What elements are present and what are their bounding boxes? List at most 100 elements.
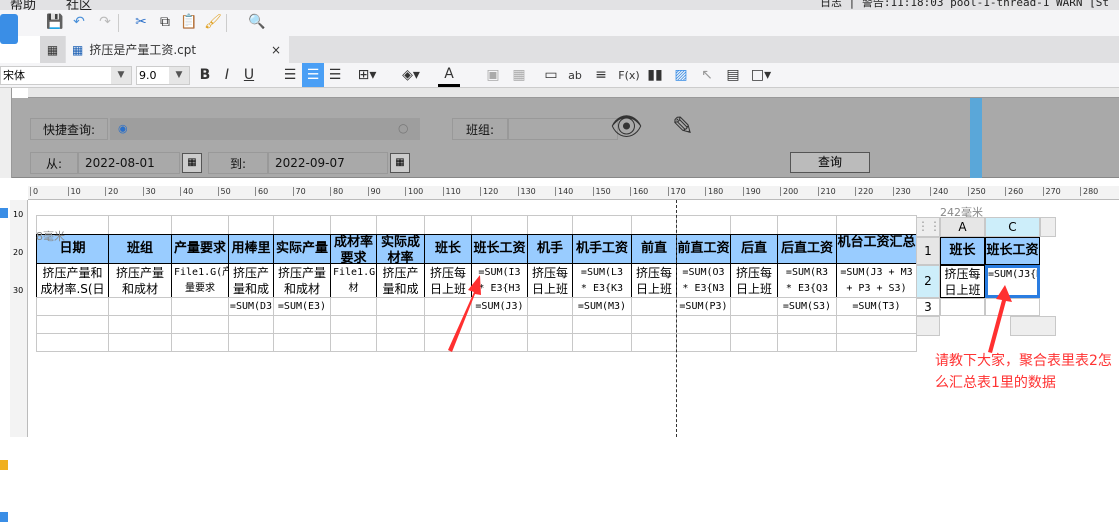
header-cell[interactable]: 前直 — [631, 234, 677, 264]
paste-icon[interactable]: 📋 — [178, 10, 200, 34]
empty-cell[interactable] — [36, 333, 109, 352]
data-cell[interactable]: =SUM(I3 * E3{H3 — [471, 263, 528, 298]
font-color-icon[interactable]: A — [438, 63, 460, 87]
empty-cell[interactable] — [572, 215, 632, 235]
empty-cell[interactable] — [376, 215, 425, 235]
empty-cell[interactable] — [273, 315, 331, 334]
bold-icon[interactable]: B — [194, 63, 216, 87]
data-cell[interactable]: =SUM(J3 + M3 + P3 + S3) — [836, 263, 917, 298]
sum-cell[interactable] — [36, 297, 109, 316]
header-cell[interactable]: 成材率要求 — [330, 234, 377, 264]
group-input[interactable] — [508, 118, 618, 140]
empty-cell[interactable] — [777, 315, 837, 334]
font-family-select[interactable]: 宋体 ▼ — [0, 66, 132, 85]
image-icon[interactable]: ▨ — [670, 63, 692, 87]
fill-color-icon[interactable]: ◈▾ — [400, 63, 422, 87]
empty-cell[interactable] — [171, 333, 229, 352]
empty-cell[interactable] — [171, 315, 229, 334]
empty-cell[interactable] — [228, 215, 274, 235]
header-cell[interactable]: 班组 — [108, 234, 172, 264]
header-cell[interactable]: 机手 — [527, 234, 573, 264]
calendar-icon[interactable]: ▦ — [182, 153, 202, 173]
sum-cell[interactable]: =SUM(S3) — [777, 297, 837, 316]
find-icon[interactable]: 🔍 — [246, 10, 268, 34]
empty-cell[interactable] — [330, 315, 377, 334]
header-cell[interactable]: 班长工资 — [985, 237, 1040, 265]
empty-cell[interactable] — [631, 333, 677, 352]
data-cell[interactable]: 挤压每日上班 — [631, 263, 677, 298]
empty-cell[interactable] — [985, 298, 1040, 316]
empty-cell[interactable] — [471, 333, 528, 352]
empty-cell[interactable] — [940, 298, 985, 316]
header-cell[interactable]: 产量要求 — [171, 234, 229, 264]
merge-cells-icon[interactable]: ▣ — [482, 63, 504, 87]
underline-icon[interactable]: U — [238, 63, 260, 87]
empty-cell[interactable] — [631, 315, 677, 334]
chart-icon[interactable]: ▮▮ — [644, 63, 666, 87]
empty-cell[interactable] — [527, 315, 573, 334]
empty-cell[interactable] — [471, 315, 528, 334]
empty-cell[interactable] — [424, 315, 472, 334]
row-header[interactable]: 1 — [916, 237, 940, 265]
italic-icon[interactable]: I — [216, 63, 238, 87]
data-cell[interactable]: =SUM(L3 * E3{K3 <> — [572, 263, 632, 298]
sum-cell[interactable] — [730, 297, 778, 316]
empty-cell[interactable] — [108, 333, 172, 352]
header-cell[interactable]: 机手工资 — [572, 234, 632, 264]
insert-string-icon[interactable]: ab — [564, 63, 586, 87]
header-cell[interactable]: 机台工资汇总 — [836, 234, 917, 264]
data-cell[interactable]: 挤压每日上班 — [527, 263, 573, 298]
empty-cell[interactable] — [330, 215, 377, 235]
empty-cell[interactable] — [330, 333, 377, 352]
sum-cell[interactable]: =SUM(P3) — [676, 297, 731, 316]
save-icon[interactable]: 💾 — [44, 10, 66, 34]
empty-cell[interactable] — [777, 333, 837, 352]
empty-cell[interactable] — [777, 215, 837, 235]
empty-cell[interactable] — [424, 333, 472, 352]
empty-cell[interactable] — [471, 215, 528, 235]
empty-cell[interactable] — [376, 315, 425, 334]
radio-unselected-icon[interactable]: ○ — [398, 121, 408, 135]
empty-cell[interactable] — [730, 333, 778, 352]
undo-icon[interactable]: ↶ — [68, 10, 90, 34]
empty-cell[interactable] — [572, 333, 632, 352]
data-cell[interactable]: 挤压产量和成 — [228, 263, 274, 298]
empty-cell[interactable] — [730, 215, 778, 235]
empty-cell[interactable] — [676, 333, 731, 352]
sum-cell[interactable] — [424, 297, 472, 316]
data-cell[interactable]: 挤压每日上班 — [424, 263, 472, 298]
column-header-a[interactable]: A — [940, 217, 985, 237]
empty-cell[interactable] — [171, 215, 229, 235]
radio-selected-icon[interactable]: ◉ — [118, 122, 128, 135]
to-date-input[interactable]: 2022-09-07 — [268, 152, 388, 174]
insert-text-icon[interactable]: ▭ — [540, 63, 562, 87]
rich-text-icon[interactable]: ≡ — [590, 63, 612, 87]
header-cell[interactable]: 班长 — [940, 237, 985, 265]
empty-cell[interactable] — [676, 215, 731, 235]
slash-icon[interactable]: ↖ — [696, 63, 718, 87]
panel-resize-handle[interactable] — [970, 98, 982, 178]
header-cell[interactable]: 后直工资 — [777, 234, 837, 264]
data-cell[interactable]: 挤压产量和成材率.S(日 — [36, 263, 109, 298]
data-cell[interactable]: =SUM(O3 * E3{N3 — [676, 263, 731, 298]
cut-icon[interactable]: ✂ — [130, 10, 152, 34]
data-cell[interactable]: 挤压每日上班 — [940, 265, 985, 298]
empty-cell[interactable] — [631, 215, 677, 235]
sum-cell[interactable]: =SUM(T3) — [836, 297, 917, 316]
font-size-select[interactable]: 9.0 ▼ — [136, 66, 190, 85]
sum-cell[interactable]: =SUM(D3 — [228, 297, 274, 316]
frame-icon[interactable]: □▾ — [750, 63, 772, 87]
row-header[interactable]: 3 — [916, 298, 940, 316]
from-date-input[interactable]: 2022-08-01 — [78, 152, 180, 174]
header-cell[interactable]: 后直 — [730, 234, 778, 264]
header-cell[interactable]: 实际产量 — [273, 234, 331, 264]
empty-cell[interactable] — [228, 315, 274, 334]
split-cells-icon[interactable]: ▦ — [508, 63, 530, 87]
empty-cell[interactable] — [527, 215, 573, 235]
close-tab-icon[interactable]: × — [271, 43, 281, 57]
sum-cell[interactable]: =SUM(M3) — [572, 297, 632, 316]
data-cell[interactable]: 挤压每日上班 — [730, 263, 778, 298]
hide-eye-icon[interactable]: 👁 — [610, 112, 643, 142]
sum-cell[interactable] — [376, 297, 425, 316]
empty-cell[interactable] — [572, 315, 632, 334]
